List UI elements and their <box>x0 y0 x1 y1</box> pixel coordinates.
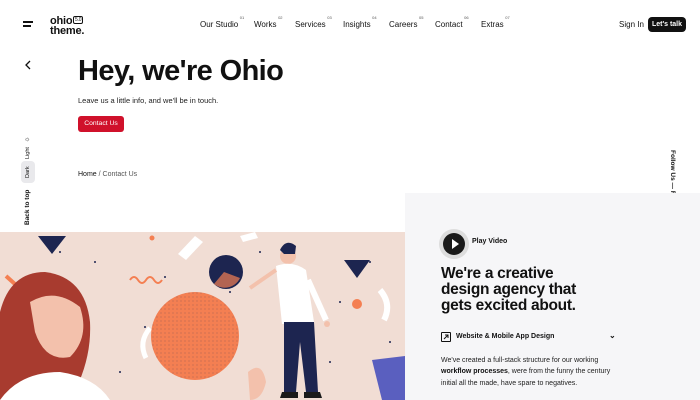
chevron-down-icon[interactable]: ⌄ <box>609 331 616 340</box>
illustration-art <box>0 232 405 400</box>
nav-services[interactable]: Services 03 <box>295 15 332 29</box>
nav-insights[interactable]: Insights 04 <box>343 15 377 29</box>
light-mode-toggle[interactable]: Light <box>21 144 35 162</box>
breadcrumb: Home / Contact Us <box>78 171 137 178</box>
nav-careers[interactable]: Careers 05 <box>389 15 423 29</box>
logo-line2: theme. <box>50 25 85 37</box>
agency-headline: We're a creative design agency that gets… <box>441 265 576 314</box>
nav-our-studio[interactable]: Our Studio 01 <box>200 15 244 29</box>
lets-talk-button[interactable]: Let's talk <box>648 17 686 32</box>
nav-contact[interactable]: Contact 06 <box>435 15 469 29</box>
play-icon <box>443 233 465 255</box>
breadcrumb-home[interactable]: Home <box>78 171 97 178</box>
back-arrow-icon[interactable] <box>24 60 32 70</box>
service-description: We've created a full-stack structure for… <box>441 355 611 389</box>
dark-mode-toggle[interactable]: Dark <box>21 161 35 183</box>
hero-illustration <box>0 232 405 400</box>
service-accordion[interactable]: Website & Mobile App Design ⌄ <box>441 331 621 344</box>
version-badge: 5.0 <box>73 16 84 24</box>
play-video-button[interactable] <box>439 229 469 259</box>
contact-us-button[interactable]: Contact Us <box>78 116 124 132</box>
nav-extras[interactable]: Extras 07 <box>481 15 510 29</box>
service-title: Website & Mobile App Design <box>456 333 555 340</box>
hero-subtitle: Leave us a little info, and we'll be in … <box>78 96 219 105</box>
logo[interactable]: ohio theme. 5.0 <box>50 16 85 37</box>
breadcrumb-separator: / <box>98 171 101 178</box>
desc-bold: workflow processes <box>441 368 508 376</box>
page-title: Hey, we're Ohio <box>78 55 284 87</box>
menu-icon[interactable] <box>23 21 33 28</box>
desc-text-1: We've created a full-stack structure for… <box>441 357 599 364</box>
nav-works[interactable]: Works 02 <box>254 15 283 29</box>
sun-icon: ☼ <box>24 136 31 143</box>
theme-switcher: ☼ Light Dark <box>21 136 35 186</box>
header: ohio theme. 5.0 Our Studio 01 Works 02 Ser… <box>0 0 700 50</box>
breadcrumb-current: Contact Us <box>102 171 138 178</box>
arrow-up-right-icon <box>441 332 451 342</box>
sign-in-link[interactable]: Sign In <box>619 20 644 29</box>
play-video-label[interactable]: Play Video <box>472 238 507 245</box>
